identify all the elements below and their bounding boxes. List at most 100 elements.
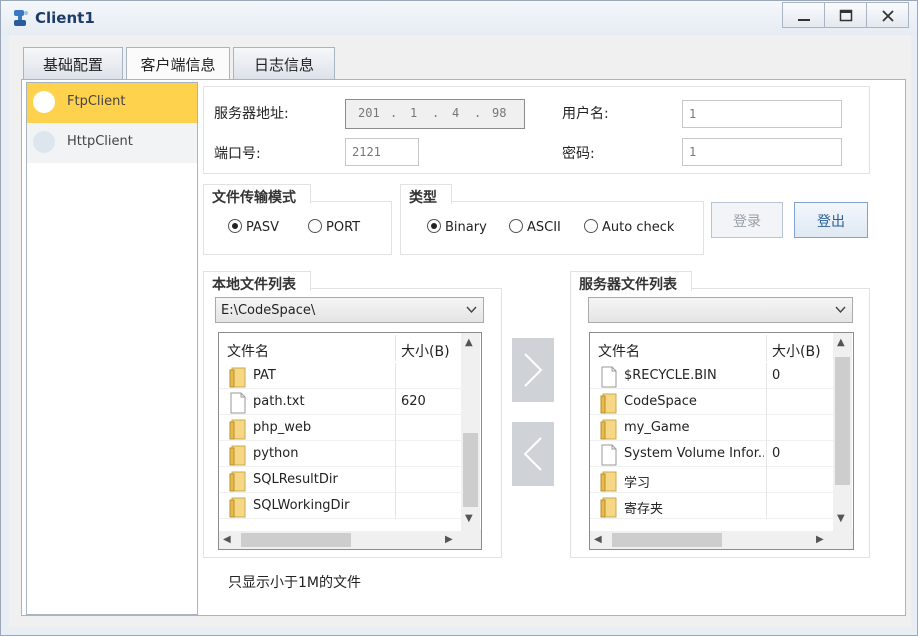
tab-log-info[interactable]: 日志信息	[233, 47, 335, 79]
file-row[interactable]: python	[219, 441, 461, 467]
file-row[interactable]: SQLResultDir	[219, 467, 461, 493]
file-row[interactable]: 学习	[590, 467, 833, 493]
sidebar-item-httpclient[interactable]: HttpClient	[27, 123, 197, 163]
tab-basic-config[interactable]: 基础配置	[23, 47, 123, 79]
file-row[interactable]: CodeSpace	[590, 389, 833, 415]
file-name: php_web	[253, 420, 312, 435]
radio-binary[interactable]: Binary	[427, 219, 487, 235]
local-path-select[interactable]: E:\CodeSpace\	[215, 297, 484, 323]
radio-checked-icon	[228, 219, 242, 233]
server-path-select[interactable]	[588, 297, 853, 323]
maximize-icon	[839, 9, 853, 22]
maximize-button[interactable]	[824, 2, 867, 28]
file-row[interactable]: SQLWorkingDir	[219, 493, 461, 519]
close-button[interactable]	[866, 2, 909, 28]
radio-unchecked-icon	[584, 219, 598, 233]
radio-pasv[interactable]: PASV	[228, 219, 279, 235]
local-list-header: 文件名 大小(B)	[219, 333, 481, 363]
server-address-label: 服务器地址:	[214, 106, 289, 122]
transfer-mode-group: 文件传输模式 PASV PORT	[203, 184, 392, 255]
server-vertical-scrollbar[interactable]: ▲ ▼	[833, 333, 852, 529]
local-path-value: E:\CodeSpace\	[221, 303, 316, 318]
scroll-thumb[interactable]	[463, 433, 478, 507]
file-name: path.txt	[253, 394, 305, 409]
scroll-down-icon[interactable]: ▼	[465, 513, 473, 524]
password-label: 密码:	[562, 146, 595, 162]
column-header-name[interactable]: 文件名	[598, 341, 640, 361]
username-input[interactable]: 1	[682, 100, 842, 128]
app-icon	[14, 10, 28, 26]
radio-unchecked-icon	[509, 219, 523, 233]
username-label: 用户名:	[562, 106, 609, 122]
scroll-thumb[interactable]	[835, 357, 850, 485]
column-header-size[interactable]: 大小(B)	[401, 341, 450, 361]
scroll-up-icon[interactable]: ▲	[465, 337, 473, 348]
folder-icon	[229, 471, 246, 492]
client-window: Client1 基础配置 客户端信息 日志信息 FtpClient HttpCl…	[0, 0, 918, 636]
status-dot-icon	[33, 91, 55, 113]
password-input[interactable]: 1	[682, 138, 842, 166]
server-file-title: 服务器文件列表	[570, 271, 692, 293]
scroll-thumb[interactable]	[241, 533, 351, 547]
folder-icon	[229, 419, 246, 440]
file-row[interactable]: System Volume Infor... 0	[590, 441, 833, 467]
folder-icon	[600, 497, 617, 518]
upload-arrow-button[interactable]	[512, 338, 554, 402]
download-arrow-button[interactable]	[512, 422, 554, 486]
file-row[interactable]: $RECYCLE.BIN 0	[590, 363, 833, 389]
title-bar[interactable]: Client1	[1, 1, 917, 35]
scroll-down-icon[interactable]: ▼	[837, 513, 845, 524]
radio-auto-check[interactable]: Auto check	[584, 219, 674, 235]
minimize-icon	[798, 19, 810, 21]
server-file-list: 文件名 大小(B) $RECYCLE.BIN 0 CodeSpace my_Game S…	[589, 332, 854, 550]
file-row[interactable]: my_Game	[590, 415, 833, 441]
file-row[interactable]: 寄存夹	[590, 493, 833, 519]
tab-client-info[interactable]: 客户端信息	[126, 47, 230, 80]
local-vertical-scrollbar[interactable]: ▲ ▼	[461, 333, 480, 529]
file-name: $RECYCLE.BIN	[624, 368, 717, 383]
logout-button[interactable]: 登出	[794, 202, 868, 238]
file-icon	[601, 366, 617, 388]
file-size: 620	[401, 394, 426, 409]
file-row[interactable]: php_web	[219, 415, 461, 441]
local-horizontal-scrollbar[interactable]: ◀ ▶	[219, 531, 461, 549]
port-input[interactable]: 2121	[345, 138, 419, 166]
close-icon	[882, 10, 894, 22]
scroll-right-icon[interactable]: ▶	[816, 534, 824, 545]
folder-icon	[229, 497, 246, 518]
file-name: my_Game	[624, 420, 690, 435]
radio-ascii[interactable]: ASCII	[509, 219, 561, 235]
column-header-size[interactable]: 大小(B)	[772, 341, 821, 361]
server-address-input[interactable]: 201 . 1 . 4 . 98	[345, 99, 525, 129]
scroll-left-icon[interactable]: ◀	[594, 534, 602, 545]
file-row[interactable]: PAT	[219, 363, 461, 389]
file-name: SQLWorkingDir	[253, 498, 350, 513]
file-icon	[230, 392, 246, 414]
scroll-up-icon[interactable]: ▲	[837, 337, 845, 348]
scroll-right-icon[interactable]: ▶	[445, 534, 453, 545]
status-dot-icon	[33, 131, 55, 153]
local-file-title: 本地文件列表	[203, 271, 311, 293]
column-header-name[interactable]: 文件名	[227, 341, 269, 361]
login-button[interactable]: 登录	[711, 202, 783, 238]
tab-panel: FtpClient HttpClient 服务器地址: 201 . 1 . 4 …	[21, 79, 906, 616]
local-file-group: 本地文件列表 E:\CodeSpace\ 文件名 大小(B) PAT path.t…	[203, 271, 502, 558]
sidebar-item-ftpclient[interactable]: FtpClient	[27, 83, 197, 123]
server-horizontal-scrollbar[interactable]: ◀ ▶	[590, 531, 833, 549]
folder-icon	[600, 419, 617, 440]
radio-port[interactable]: PORT	[308, 219, 360, 235]
scroll-thumb[interactable]	[612, 533, 722, 547]
file-size: 0	[772, 368, 781, 383]
transfer-mode-title: 文件传输模式	[203, 184, 311, 206]
file-row[interactable]: path.txt 620	[219, 389, 461, 415]
file-name: python	[253, 446, 299, 461]
folder-icon	[600, 471, 617, 492]
port-label: 端口号:	[214, 146, 261, 162]
chevron-right-icon	[524, 353, 543, 387]
scroll-left-icon[interactable]: ◀	[223, 534, 231, 545]
window-title: Client1	[35, 9, 95, 27]
file-name: SQLResultDir	[253, 472, 338, 487]
minimize-button[interactable]	[782, 2, 825, 28]
server-file-group: 服务器文件列表 文件名 大小(B) $RECYCLE.BIN 0 CodeSpace…	[570, 271, 870, 558]
type-group: 类型 Binary ASCII Auto check	[400, 184, 704, 255]
